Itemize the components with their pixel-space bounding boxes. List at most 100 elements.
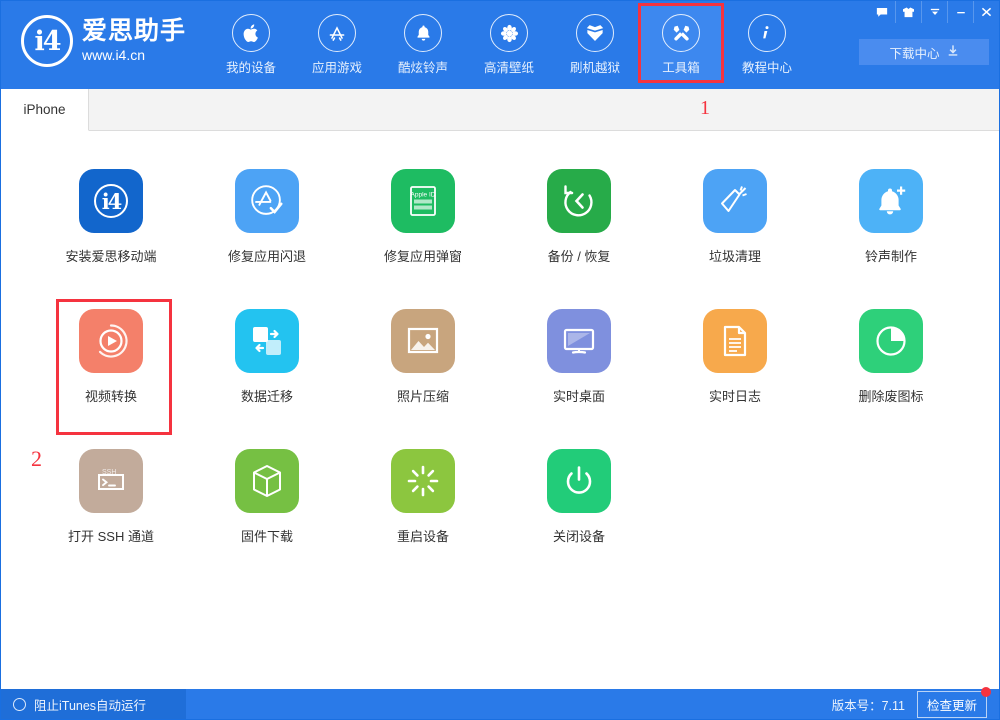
tool-tile-label: 视频转换 (84, 389, 137, 404)
monitor-icon (547, 309, 611, 373)
tab-iphone[interactable]: iPhone (1, 89, 89, 131)
message-icon[interactable] (869, 1, 895, 23)
device-tabbar: iPhone 1 (1, 89, 999, 131)
i4-app-icon: i4 (79, 169, 143, 233)
flower-icon (490, 14, 529, 52)
tool-tile-realtime-desktop[interactable]: 实时桌面 (501, 309, 657, 420)
tool-tile-install-i4-mobile[interactable]: i4 安装爱思移动端 (33, 169, 189, 280)
tool-tile-ringtone-maker[interactable]: 铃声制作 (813, 169, 969, 280)
status-right-group: 版本号：7.11 检查更新 (831, 686, 999, 718)
toolbox-grid: i4 安装爱思移动端 修复应用闪退 Apple ID 修复应用弹窗 备份 / 恢… (1, 169, 999, 560)
tool-tile-label: 修复应用弹窗 (383, 249, 462, 264)
nav-item-label: 工具箱 (662, 61, 700, 75)
toggle-off-icon[interactable] (13, 697, 26, 711)
tool-tile-shutdown-device[interactable]: 关闭设备 (501, 449, 657, 560)
open-box-icon (576, 14, 615, 52)
version-text: 版本号：7.11 (831, 698, 905, 713)
skin-icon[interactable] (895, 1, 921, 23)
minimize-icon[interactable] (947, 1, 973, 23)
info-icon (748, 14, 787, 52)
tool-tile-label: 重启设备 (396, 529, 449, 544)
tool-tile-open-ssh[interactable]: SSH 打开 SSH 通道 (33, 449, 189, 560)
annotation-marker-1: 1 (700, 97, 710, 119)
tool-tile-label: 安装爱思移动端 (65, 249, 157, 264)
apple-icon (232, 14, 271, 52)
tab-label: iPhone (23, 102, 66, 117)
nav-item-label: 应用游戏 (312, 61, 363, 75)
update-notification-dot (981, 686, 991, 697)
svg-text:Apple ID: Apple ID (411, 192, 436, 199)
photo-icon (391, 309, 455, 373)
tool-tile-label: 垃圾清理 (708, 249, 761, 264)
nav-item-ringtones[interactable]: 酷炫铃声 (380, 3, 466, 83)
tool-tile-label: 实时日志 (708, 389, 761, 404)
tool-tile-fix-app-crash[interactable]: 修复应用闪退 (189, 169, 345, 280)
restore-arrow-icon (547, 169, 611, 233)
block-itunes-label: 阻止iTunes自动运行 (34, 698, 147, 713)
nav-item-toolbox[interactable]: 工具箱 (638, 3, 725, 83)
tool-tile-backup-restore[interactable]: 备份 / 恢复 (501, 169, 657, 280)
brand-url: www.i4.cn (82, 46, 146, 63)
tool-tile-label: 修复应用闪退 (227, 249, 306, 264)
nav-item-my-device[interactable]: 我的设备 (208, 3, 294, 83)
tool-tile-photo-compress[interactable]: 照片压缩 (345, 309, 501, 420)
download-icon (947, 44, 959, 60)
brand-logo-block: i4 爱思助手 www.i4.cn (21, 15, 186, 67)
power-icon (547, 449, 611, 513)
pie-circle-icon (859, 309, 923, 373)
ssh-terminal-icon: SSH (79, 449, 143, 513)
check-update-button[interactable]: 检查更新 (916, 686, 991, 718)
tool-tile-video-convert[interactable]: 视频转换 (33, 299, 189, 435)
status-bar: 阻止iTunes自动运行 版本号：7.11 检查更新 (1, 686, 999, 719)
nav-item-label: 高清壁纸 (484, 61, 535, 75)
toolbox-panel: 2 i4 安装爱思移动端 修复应用闪退 Apple ID 修复应用弹窗 备份 /… (1, 131, 999, 689)
brand-title: 爱思助手 (82, 17, 187, 46)
appstore-icon (318, 14, 357, 52)
broom-icon (703, 169, 767, 233)
tool-tile-realtime-log[interactable]: 实时日志 (657, 309, 813, 420)
tool-tile-label: 实时桌面 (552, 389, 605, 404)
tool-tile-junk-clean[interactable]: 垃圾清理 (657, 169, 813, 280)
tool-tile-fix-app-popup[interactable]: Apple ID 修复应用弹窗 (345, 169, 501, 280)
download-center-button[interactable]: 下载中心 (859, 39, 989, 65)
document-icon (703, 309, 767, 373)
tool-tile-restart-device[interactable]: 重启设备 (345, 449, 501, 560)
tool-tile-label: 固件下载 (240, 529, 293, 544)
tool-tile-label: 照片压缩 (396, 389, 449, 404)
nav-item-label: 我的设备 (226, 61, 277, 75)
tool-tile-label: 打开 SSH 通道 (68, 529, 154, 544)
tool-tile-delete-waste-icons[interactable]: 删除废图标 (813, 309, 969, 420)
tool-tile-label: 关闭设备 (552, 529, 605, 544)
tool-tile-label: 备份 / 恢复 (547, 249, 611, 264)
tools-icon (662, 14, 701, 52)
nav-item-wallpapers[interactable]: 高清壁纸 (466, 3, 552, 83)
bell-plus-icon (859, 169, 923, 233)
main-nav: 我的设备 应用游戏 酷炫铃声 高清壁纸 刷机越狱 工具箱 教程中心 (208, 3, 810, 83)
nav-item-flash-jailbreak[interactable]: 刷机越狱 (552, 3, 638, 83)
nav-item-apps-games[interactable]: 应用游戏 (294, 3, 380, 83)
block-itunes-toggle[interactable]: 阻止iTunes自动运行 (1, 689, 186, 719)
brand-text: 爱思助手 www.i4.cn (82, 18, 186, 63)
data-migrate-icon (235, 309, 299, 373)
check-update-label: 检查更新 (926, 698, 977, 713)
nav-item-tutorials[interactable]: 教程中心 (724, 3, 810, 83)
bell-icon (404, 14, 443, 52)
i4-assistant-window: i4 爱思助手 www.i4.cn 我的设备 应用游戏 酷炫铃声 高清壁纸 刷机… (0, 0, 1000, 720)
app-header: i4 爱思助手 www.i4.cn 我的设备 应用游戏 酷炫铃声 高清壁纸 刷机… (1, 1, 999, 89)
tool-tile-label: 数据迁移 (240, 389, 293, 404)
nav-item-label: 酷炫铃声 (398, 61, 449, 75)
apple-id-card-icon: Apple ID (391, 169, 455, 233)
cube-icon (235, 449, 299, 513)
tool-tile-label: 铃声制作 (864, 249, 917, 264)
appstore-check-icon (235, 169, 299, 233)
video-play-icon (79, 309, 143, 373)
menu-chevron-icon[interactable] (921, 1, 947, 23)
close-icon[interactable] (973, 1, 999, 23)
nav-item-label: 刷机越狱 (570, 61, 621, 75)
tool-tile-label: 删除废图标 (858, 389, 924, 404)
i4-circle-logo-icon: i4 (21, 15, 73, 67)
tool-tile-firmware-download[interactable]: 固件下载 (189, 449, 345, 560)
download-center-label: 下载中心 (889, 46, 940, 61)
window-controls (869, 1, 999, 23)
tool-tile-data-migrate[interactable]: 数据迁移 (189, 309, 345, 420)
